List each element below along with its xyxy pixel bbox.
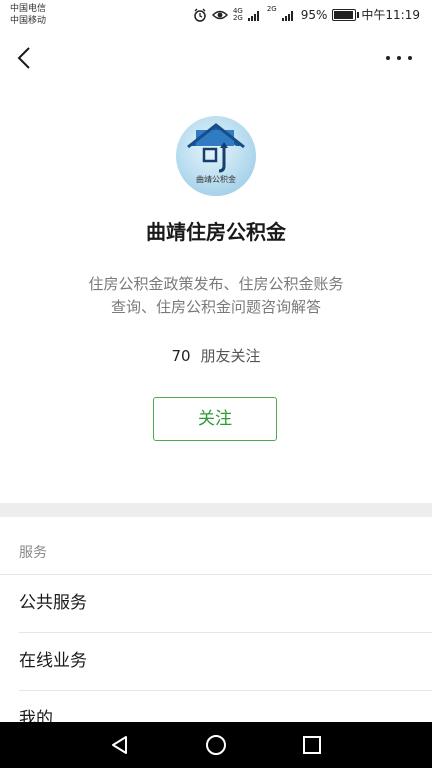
section-divider [0, 503, 432, 517]
eye-icon [211, 10, 228, 19]
description-line-2: 查询、住房公积金问题咨询解答 [110, 298, 321, 316]
menu-item-public-services[interactable]: 公共服务 [19, 575, 432, 633]
follower-label: 朋友关注 [200, 347, 261, 365]
system-home-button[interactable] [204, 733, 228, 757]
carrier-1: 中国电信 [10, 4, 47, 14]
follow-button[interactable]: 关注 [153, 397, 277, 441]
status-icons: 4G 2G 2G 95% 中午11:19 [193, 6, 420, 23]
battery-percent: 95% [300, 7, 328, 22]
circle-home-icon [206, 735, 226, 755]
network-tag-2: 2G [266, 5, 277, 13]
status-time: 中午11:19 [361, 8, 420, 22]
account-description: 住房公积金政策发布、住房公积金账务 查询、住房公积金问题咨询解答 [0, 273, 432, 319]
house-logo-icon: 曲靖公积金 [187, 123, 245, 184]
system-back-button[interactable] [108, 733, 132, 757]
account-logo: 曲靖公积金 [176, 116, 256, 196]
back-arrow-icon [17, 47, 30, 69]
system-recents-button[interactable] [300, 733, 324, 757]
follower-count: 70 [171, 347, 191, 365]
status-bar: 中国电信 中国移动 4G 2G 2G 95% 中午11:19 [0, 0, 432, 30]
back-button[interactable] [12, 44, 38, 72]
signal-icon-2 [281, 10, 293, 21]
account-name: 曲靖住房公积金 [146, 220, 286, 244]
triangle-back-icon [112, 736, 127, 754]
follower-info: 70 朋友关注 [0, 345, 432, 366]
top-nav-bar [0, 30, 432, 86]
system-navigation-bar [0, 722, 432, 768]
alarm-icon [194, 8, 206, 22]
signal-icon [247, 10, 259, 21]
network-tag: 4G 2G [232, 6, 243, 22]
battery-icon [332, 8, 360, 21]
description-line-1: 住房公积金政策发布、住房公积金账务 [88, 275, 344, 293]
carrier-2: 中国移动 [10, 16, 47, 26]
more-dots-icon [386, 56, 390, 60]
menu-section-header: 服务 [0, 517, 432, 575]
service-menu: 服务 公共服务 在线业务 我的 [0, 517, 432, 749]
more-options-button[interactable] [386, 48, 412, 68]
svg-text:曲靖公积金: 曲靖公积金 [196, 174, 236, 184]
square-recents-icon [303, 736, 321, 754]
carrier-info: 中国电信 中国移动 [10, 3, 46, 27]
menu-item-online-business[interactable]: 在线业务 [19, 633, 432, 691]
